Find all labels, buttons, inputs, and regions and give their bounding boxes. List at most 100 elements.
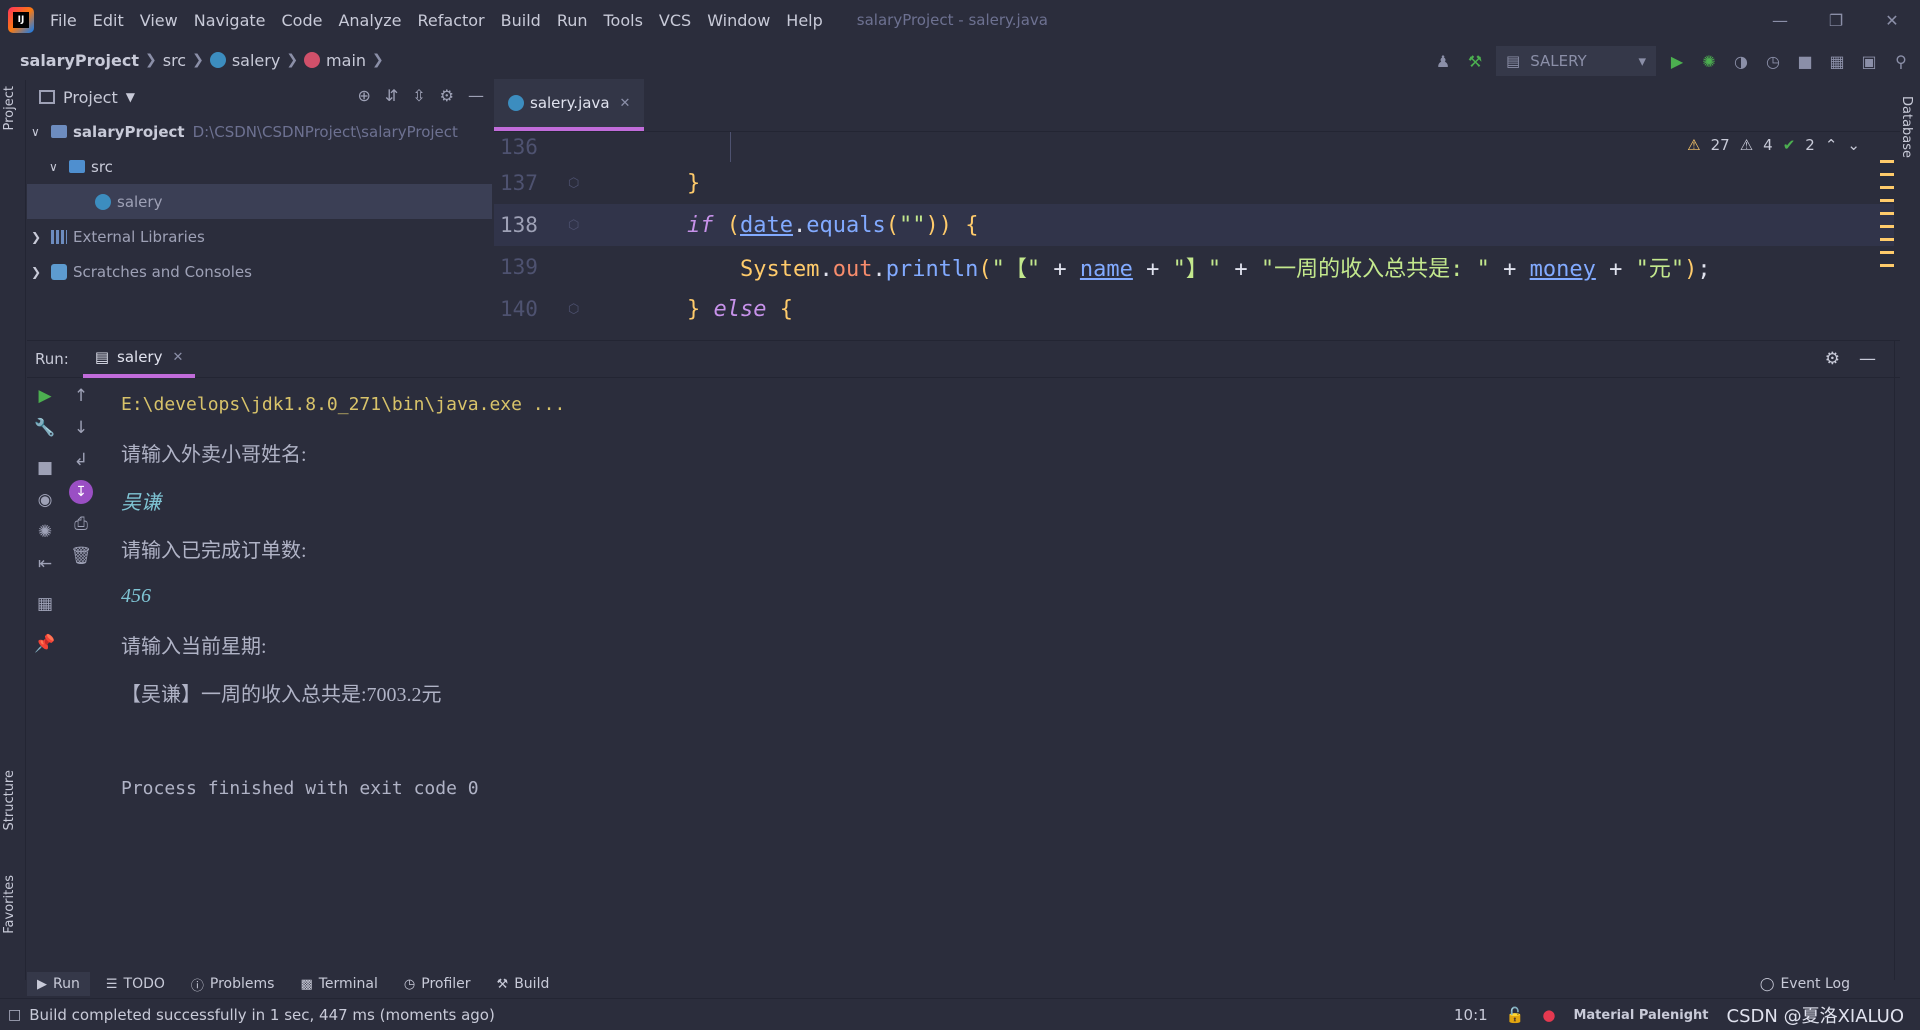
wrench-icon[interactable]: 🔧 xyxy=(27,412,63,444)
trash-icon[interactable]: 🗑 xyxy=(63,540,99,572)
tool-tab-terminal[interactable]: ▩ Terminal xyxy=(300,976,377,992)
fold-icon[interactable]: ⬡ xyxy=(568,176,584,191)
presentation-icon[interactable]: ▣ xyxy=(1858,50,1880,72)
tree-item-salery[interactable]: salery xyxy=(27,184,492,219)
warning-stripe-mark[interactable] xyxy=(1880,251,1894,254)
project-panel-title[interactable]: Project xyxy=(63,88,118,107)
error-icon[interactable]: ● xyxy=(1542,1006,1555,1024)
close-icon[interactable]: ✕ xyxy=(1864,0,1920,40)
exit-icon[interactable]: ⇤ xyxy=(27,548,63,580)
close-icon[interactable]: ✕ xyxy=(172,350,183,365)
gear-icon[interactable]: ⚙ xyxy=(1825,349,1840,369)
scroll-to-end-icon[interactable]: ↧ xyxy=(63,476,99,508)
menu-build[interactable]: Build xyxy=(493,11,549,30)
restore-icon[interactable]: ❐ xyxy=(1808,0,1864,40)
left-tool-strip: Project Structure Favorites xyxy=(0,80,26,980)
gear-icon[interactable]: ⚙ xyxy=(440,86,454,105)
minimize-icon[interactable]: — xyxy=(1752,0,1808,40)
tool-tab-profiler[interactable]: ◷ Profiler xyxy=(404,976,471,992)
menu-navigate[interactable]: Navigate xyxy=(186,11,274,30)
print-icon[interactable]: ⎙ xyxy=(63,508,99,540)
structure-tool-tab[interactable]: Structure xyxy=(2,770,17,830)
warning-stripe-mark[interactable] xyxy=(1880,238,1894,241)
menu-help[interactable]: Help xyxy=(778,11,830,30)
run-config-select[interactable]: ▤ SALERY ▾ xyxy=(1496,46,1656,76)
toggle-tool-windows-icon[interactable]: □ xyxy=(8,1007,21,1023)
warning-stripe-mark[interactable] xyxy=(1880,199,1894,202)
debug-bug-icon[interactable]: ✺ xyxy=(27,516,63,548)
chevron-down-icon[interactable]: ∨ xyxy=(49,160,69,174)
menu-analyze[interactable]: Analyze xyxy=(330,11,409,30)
warning-stripe-mark[interactable] xyxy=(1880,225,1894,228)
run-icon[interactable]: ▶ xyxy=(1666,50,1688,72)
project-tool-tab[interactable]: Project xyxy=(2,86,17,130)
warning-stripe-mark[interactable] xyxy=(1880,173,1894,176)
tool-tab-run[interactable]: ▶ Run xyxy=(27,972,90,996)
locate-icon[interactable]: ⊕ xyxy=(357,86,370,105)
menu-vcs[interactable]: VCS xyxy=(651,11,699,30)
coverage-icon[interactable]: ◑ xyxy=(1730,50,1752,72)
build-hammer-icon[interactable]: ⚒ xyxy=(1464,50,1486,72)
menu-edit[interactable]: Edit xyxy=(85,11,132,30)
warning-stripe-mark[interactable] xyxy=(1880,186,1894,189)
camera-icon[interactable]: ◉ xyxy=(27,484,63,516)
chevron-down-icon[interactable]: ∨ xyxy=(31,125,51,139)
warning-stripe-mark[interactable] xyxy=(1880,264,1894,267)
database-tool-tab[interactable]: Database xyxy=(1899,96,1914,158)
menu-run[interactable]: Run xyxy=(549,11,596,30)
project-structure-icon[interactable]: ▦ xyxy=(1826,50,1848,72)
stop-icon[interactable]: ■ xyxy=(1794,50,1816,72)
chevron-down-icon[interactable]: ▼ xyxy=(126,90,135,104)
close-icon[interactable]: ✕ xyxy=(620,96,631,111)
run-tab-salery[interactable]: ▤ salery ✕ xyxy=(82,340,196,378)
tree-item-external-libraries[interactable]: ❯ External Libraries xyxy=(27,219,492,254)
breadcrumb-method[interactable]: main xyxy=(326,51,366,70)
tab-salery-java[interactable]: salery.java ✕ xyxy=(494,79,645,131)
favorites-tool-tab[interactable]: Favorites xyxy=(2,875,17,934)
fold-icon[interactable]: ⬡ xyxy=(568,302,584,317)
menu-window[interactable]: Window xyxy=(699,11,778,30)
arrow-up-icon[interactable]: ↑ xyxy=(63,380,99,412)
chevron-right-icon[interactable]: ❯ xyxy=(31,230,51,244)
tree-item-project[interactable]: ∨ salaryProject D:\CSDN\CSDNProject\sala… xyxy=(27,114,492,149)
debug-icon[interactable]: ✺ xyxy=(1698,50,1720,72)
tool-tab-problems[interactable]: ⓘ Problems xyxy=(191,975,275,994)
arrow-down-icon[interactable]: ↓ xyxy=(63,412,99,444)
breadcrumb-project[interactable]: salaryProject xyxy=(20,51,139,70)
breadcrumb-src[interactable]: src xyxy=(163,51,186,70)
tool-tab-build[interactable]: ⚒ Build xyxy=(497,976,550,992)
collapse-all-icon[interactable]: ⇳ xyxy=(412,86,425,105)
search-icon[interactable]: ⚲ xyxy=(1890,50,1912,72)
menu-code[interactable]: Code xyxy=(274,11,331,30)
fold-icon[interactable]: ⬡ xyxy=(568,218,584,233)
menu-refactor[interactable]: Refactor xyxy=(410,11,493,30)
status-message[interactable]: Build completed successfully in 1 sec, 4… xyxy=(29,1006,495,1024)
error-stripe[interactable] xyxy=(1880,160,1894,360)
layout-icon[interactable]: ▦ xyxy=(27,588,63,620)
rerun-icon[interactable]: ▶ xyxy=(27,380,63,412)
menu-tools[interactable]: Tools xyxy=(596,11,651,30)
tool-tab-event-log[interactable]: ◯ Event Log xyxy=(1760,976,1850,992)
warning-stripe-mark[interactable] xyxy=(1880,160,1894,163)
lock-icon[interactable]: 🔓 xyxy=(1506,1006,1525,1024)
menu-file[interactable]: File xyxy=(42,11,85,30)
hide-icon[interactable]: — xyxy=(1859,349,1876,369)
hide-icon[interactable]: — xyxy=(468,86,484,105)
expand-all-icon[interactable]: ⇵ xyxy=(385,86,398,105)
profile-icon[interactable]: ◷ xyxy=(1762,50,1784,72)
tree-item-scratches[interactable]: ❯ Scratches and Consoles xyxy=(27,254,492,289)
pin-icon[interactable]: 📌 xyxy=(27,628,63,660)
breadcrumb-class[interactable]: salery xyxy=(232,51,280,70)
caret-position[interactable]: 10:1 xyxy=(1454,1006,1488,1024)
tree-item-src[interactable]: ∨ src xyxy=(27,149,492,184)
stop-icon[interactable]: ■ xyxy=(27,452,63,484)
theme-label[interactable]: Material Palenight xyxy=(1573,1008,1708,1023)
tool-tab-todo[interactable]: ☰ TODO xyxy=(106,976,165,992)
console-output[interactable]: E:\develops\jdk1.8.0_271\bin\java.exe ..… xyxy=(121,380,1821,880)
menu-view[interactable]: View xyxy=(132,11,186,30)
code-area[interactable]: 136 137 ⬡ } 138 ⬡ if (date.equals("")) {… xyxy=(494,132,1894,340)
soft-wrap-icon[interactable]: ↲ xyxy=(63,444,99,476)
warning-stripe-mark[interactable] xyxy=(1880,212,1894,215)
user-icon[interactable]: ♟ xyxy=(1432,50,1454,72)
chevron-right-icon[interactable]: ❯ xyxy=(31,265,51,279)
